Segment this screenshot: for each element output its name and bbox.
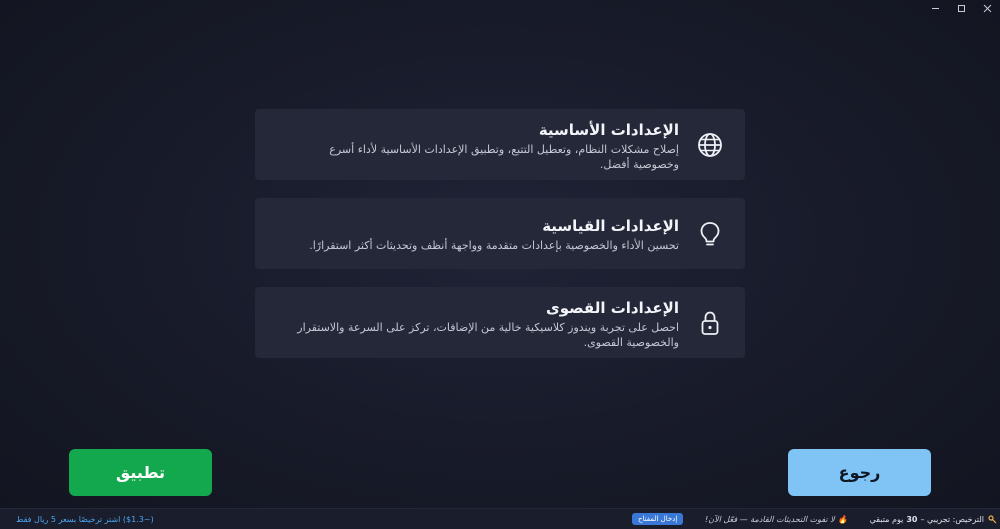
card-title: الإعدادات القصوى [545,299,679,317]
days-count: 30 [906,514,918,524]
days-label: يوم متبقي [869,514,904,524]
status-bar: اشتر ترخيصًا بسعر 5 ريال فقط (‎$1.3~) إد… [0,508,1000,529]
option-card-basic[interactable]: الإعدادات الأساسية إصلاح مشكلات النظام، … [255,109,745,180]
back-button[interactable]: رجوع [788,449,931,496]
card-description: احصل على تجربة ويندوز كلاسيكية خالية من … [297,321,679,349]
close-button[interactable] [974,0,1000,16]
fire-icon: 🔥 [837,514,848,524]
maximize-icon [957,4,965,12]
close-icon [983,4,991,12]
minimize-icon [931,7,939,9]
option-card-standard[interactable]: الإعدادات القياسية تحسين الأداء والخصوصي… [255,198,745,269]
card-title: الإعدادات القياسية [542,217,679,235]
license-label: الترخيص: تجريبي – [920,514,984,524]
lock-icon [701,311,719,335]
key-icon [988,509,997,529]
buy-license-link[interactable]: اشتر ترخيصًا بسعر 5 ريال فقط (‎$1.3~) [16,509,154,529]
apply-button[interactable]: تطبيق [69,449,212,496]
window-controls [922,0,1000,16]
promo-text: لا تفوت التحديثات القادمة — فعّل الآن! [705,514,835,524]
maximize-button[interactable] [948,0,974,16]
option-card-extreme[interactable]: الإعدادات القصوى احصل على تجربة ويندوز ك… [255,287,745,358]
card-description: إصلاح مشكلات النظام، وتعطيل التتبع، وتطب… [329,143,679,171]
license-status: الترخيص: تجريبي – 30 يوم متبقي [870,509,984,529]
minimize-button[interactable] [922,0,948,16]
lightbulb-icon [700,222,720,246]
globe-icon [698,133,722,157]
card-description: تحسين الأداء والخصوصية بإعدادات متقدمة و… [309,239,679,252]
card-title: الإعدادات الأساسية [538,121,679,139]
promo-message: 🔥 لا تفوت التحديثات القادمة — فعّل الآن! [705,509,851,529]
enter-key-button[interactable]: إدخال المفتاح [632,513,684,525]
